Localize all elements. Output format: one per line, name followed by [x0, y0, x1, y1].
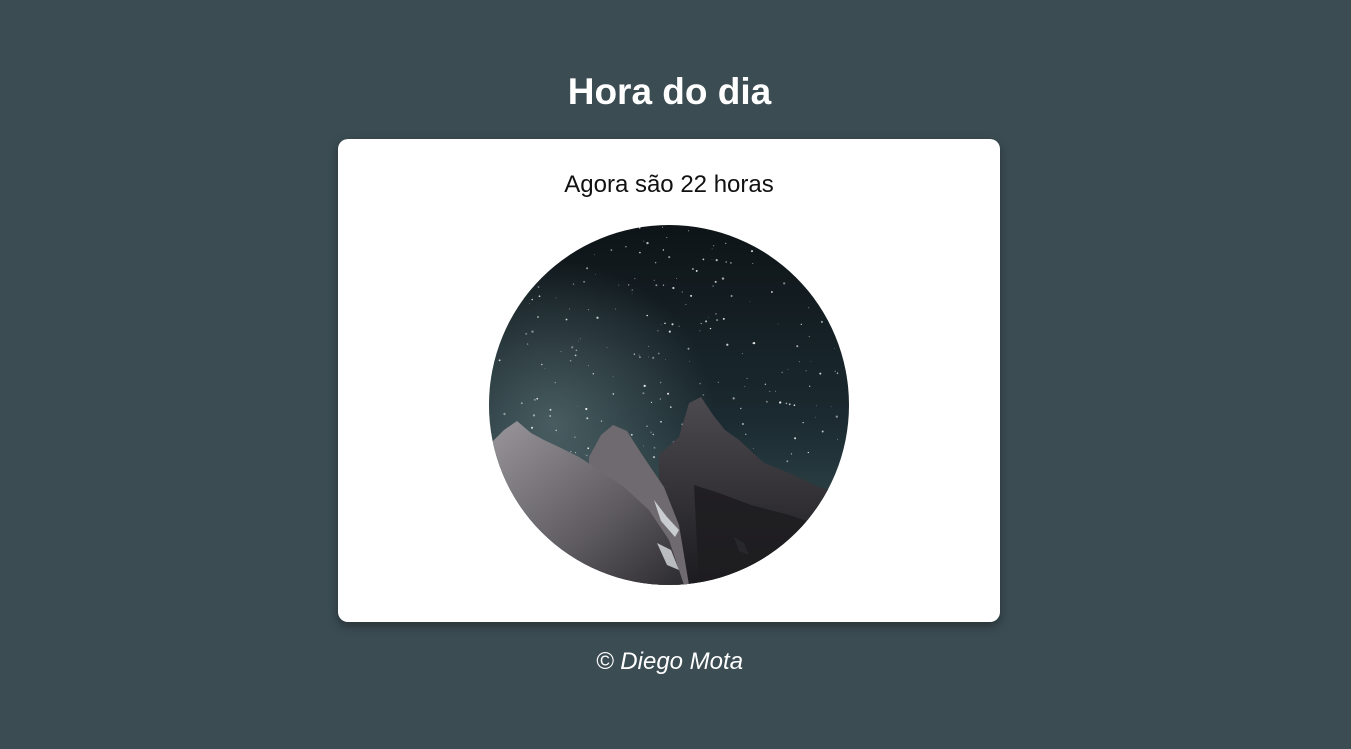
- page-title: Hora do dia: [567, 71, 772, 112]
- night-mountain-image: [489, 225, 849, 585]
- time-message: Agora são 22 horas: [564, 171, 774, 198]
- time-card: Agora são 22 horas: [338, 139, 1000, 622]
- footer-credit: © Diego Mota: [595, 648, 744, 675]
